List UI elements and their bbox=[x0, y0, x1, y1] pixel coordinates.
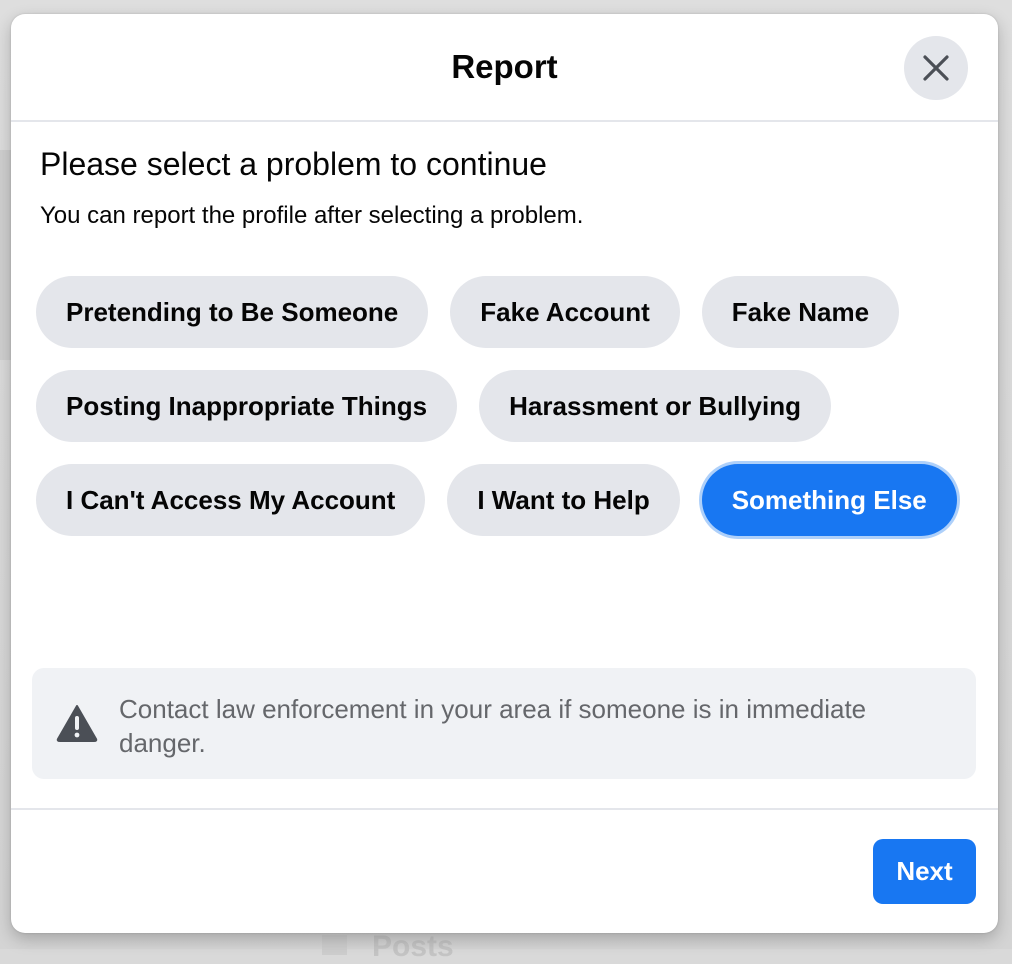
option-i-want-to-help[interactable]: I Want to Help bbox=[447, 464, 679, 536]
background-icon bbox=[322, 935, 347, 955]
option-pretending-to-be-someone[interactable]: Pretending to Be Someone bbox=[36, 276, 428, 348]
close-icon bbox=[922, 54, 950, 82]
safety-notice-text: Contact law enforcement in your area if … bbox=[119, 692, 939, 760]
footer-divider bbox=[11, 808, 998, 810]
option-cant-access-account[interactable]: I Can't Access My Account bbox=[36, 464, 425, 536]
dialog-title: Report bbox=[11, 48, 998, 86]
warning-icon bbox=[56, 704, 98, 742]
problem-subheading: You can report the profile after selecti… bbox=[40, 202, 583, 230]
problem-options: Pretending to Be Someone Fake Account Fa… bbox=[36, 276, 976, 536]
close-button[interactable] bbox=[904, 36, 968, 100]
option-fake-name[interactable]: Fake Name bbox=[702, 276, 899, 348]
option-harassment-or-bullying[interactable]: Harassment or Bullying bbox=[479, 370, 831, 442]
dialog-header: Report bbox=[11, 14, 998, 122]
problem-heading: Please select a problem to continue bbox=[40, 146, 547, 183]
option-something-else[interactable]: Something Else bbox=[702, 464, 957, 536]
next-button[interactable]: Next bbox=[873, 839, 976, 904]
backdrop-panel bbox=[0, 150, 11, 360]
safety-notice: Contact law enforcement in your area if … bbox=[32, 668, 976, 779]
report-dialog: Report Please select a problem to contin… bbox=[11, 14, 998, 933]
option-fake-account[interactable]: Fake Account bbox=[450, 276, 680, 348]
background-posts-heading: Posts bbox=[372, 930, 454, 964]
option-posting-inappropriate-things[interactable]: Posting Inappropriate Things bbox=[36, 370, 457, 442]
